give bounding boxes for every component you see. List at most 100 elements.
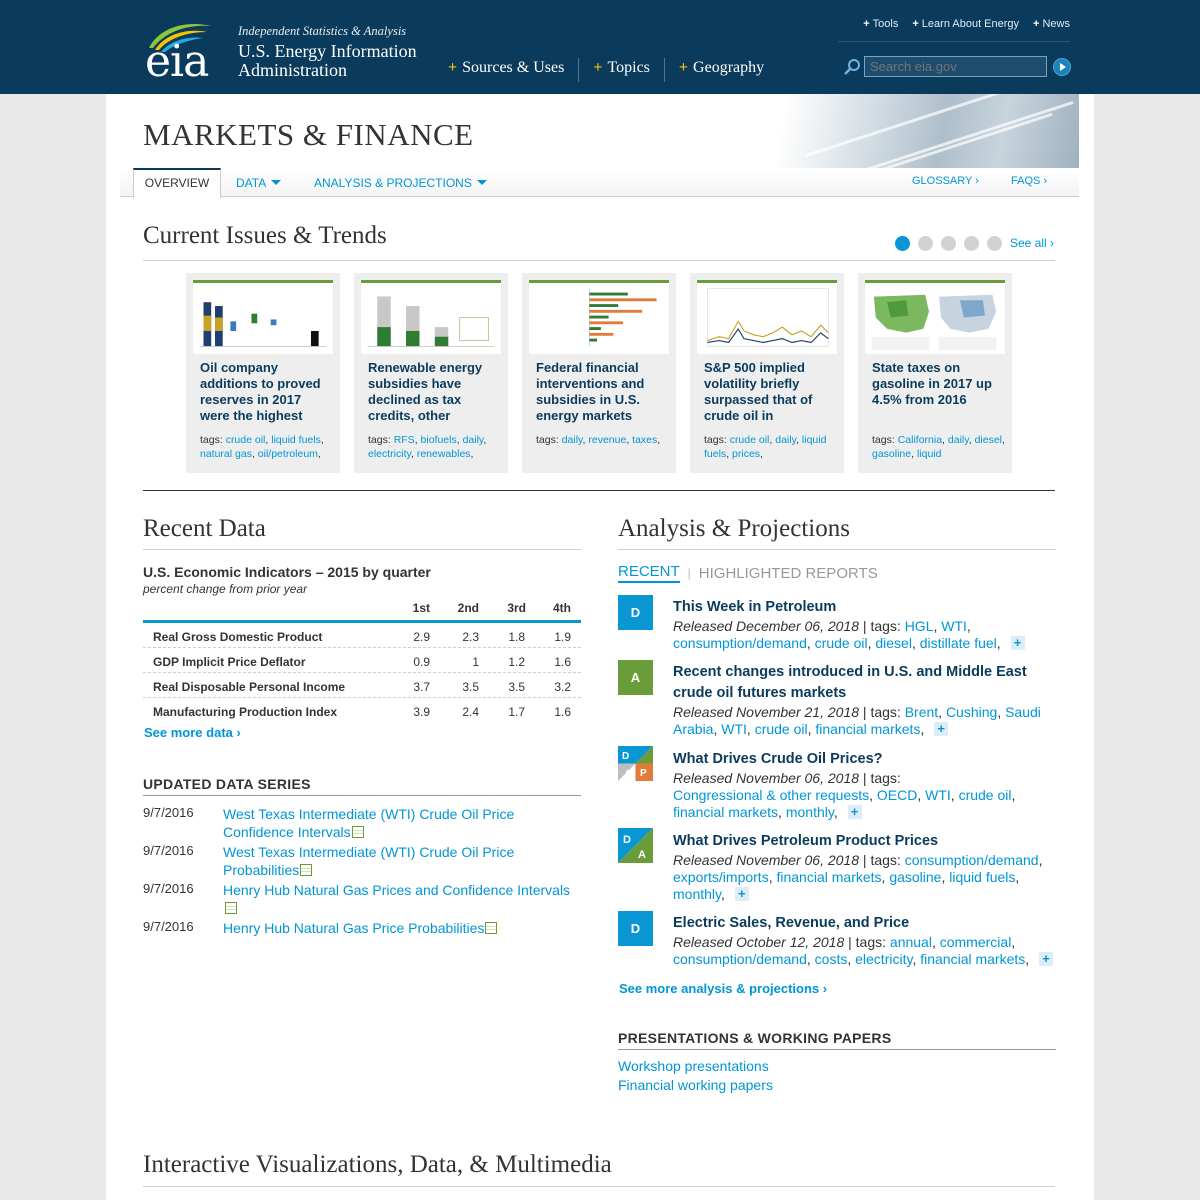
tag-link[interactable]: biofuels: [421, 434, 457, 446]
issue-card[interactable]: Renewable energy subsidies have declined…: [354, 273, 508, 473]
tag-link[interactable]: Cushing: [946, 704, 997, 720]
analysis-title-link[interactable]: This Week in Petroleum: [673, 597, 1063, 618]
carousel-dot[interactable]: [895, 236, 910, 251]
spreadsheet-icon[interactable]: [351, 826, 364, 838]
tag-link[interactable]: monthly: [673, 886, 721, 902]
spreadsheet-icon[interactable]: [485, 922, 498, 934]
org-name[interactable]: U.S. Energy Information Administration: [238, 42, 448, 80]
tag-link[interactable]: revenue: [588, 434, 626, 446]
series-link[interactable]: Henry Hub Natural Gas Prices and Confide…: [223, 881, 583, 917]
tag-link[interactable]: WTI: [925, 787, 951, 803]
tag-link[interactable]: natural gas: [200, 448, 252, 460]
tag-link[interactable]: crude oil: [730, 434, 770, 446]
tag-link[interactable]: taxes: [632, 434, 657, 446]
financial-working-papers-link[interactable]: Financial working papers: [618, 1077, 773, 1093]
tag-link[interactable]: crude oil: [815, 635, 868, 651]
card-title[interactable]: Oil company additions to proved reserves…: [200, 360, 330, 424]
issue-card[interactable]: Federal financial interventions and subs…: [522, 273, 676, 473]
nav-geography[interactable]: + Geography: [665, 58, 778, 82]
card-title[interactable]: S&P 500 implied volatility briefly surpa…: [704, 360, 834, 424]
expand-tags-icon[interactable]: +: [734, 887, 749, 901]
util-news[interactable]: + News: [1033, 18, 1070, 41]
series-link[interactable]: West Texas Intermediate (WTI) Crude Oil …: [223, 843, 583, 879]
tag-link[interactable]: monthly: [786, 804, 834, 820]
tag-link[interactable]: Brent: [905, 704, 938, 720]
tag-link[interactable]: renewables: [417, 448, 471, 460]
tag-link[interactable]: crude oil: [755, 721, 808, 737]
carousel-dot[interactable]: [964, 236, 979, 251]
tag-link[interactable]: diesel: [975, 434, 1002, 446]
tag-link[interactable]: financial markets: [815, 721, 920, 737]
tag-link[interactable]: WTI: [941, 618, 967, 634]
carousel-dot[interactable]: [987, 236, 1002, 251]
analysis-title-link[interactable]: What Drives Crude Oil Prices?: [673, 749, 1063, 770]
tag-link[interactable]: gasoline: [872, 448, 911, 460]
tab-analysis-projections[interactable]: ANALYSIS & PROJECTIONS: [314, 176, 487, 190]
issue-card[interactable]: Oil company additions to proved reserves…: [186, 273, 340, 473]
util-learn-about-energy[interactable]: + Learn About Energy: [912, 18, 1019, 41]
glossary-link[interactable]: GLOSSARY ›: [912, 175, 979, 187]
tag-link[interactable]: costs: [815, 951, 848, 967]
tag-link[interactable]: daily: [463, 434, 484, 446]
series-link[interactable]: West Texas Intermediate (WTI) Crude Oil …: [223, 805, 583, 841]
tag-link[interactable]: financial markets: [776, 869, 881, 885]
search-submit-button[interactable]: [1053, 58, 1071, 76]
expand-tags-icon[interactable]: +: [1039, 952, 1054, 966]
tag-link[interactable]: diesel: [875, 635, 912, 651]
tag-link[interactable]: financial markets: [673, 804, 778, 820]
faqs-link[interactable]: FAQS ›: [1011, 175, 1047, 187]
tab-recent[interactable]: RECENT: [618, 563, 680, 583]
see-more-data-link[interactable]: See more data ›: [144, 725, 241, 740]
tab-data[interactable]: DATA: [236, 176, 282, 190]
issue-card[interactable]: S&P 500 implied volatility briefly surpa…: [690, 273, 844, 473]
expand-tags-icon[interactable]: +: [934, 722, 949, 736]
tag-link[interactable]: Congressional & other requests: [673, 787, 869, 803]
tag-link[interactable]: WTI: [721, 721, 747, 737]
spreadsheet-icon[interactable]: [300, 864, 313, 876]
carousel-dot[interactable]: [918, 236, 933, 251]
tag-link[interactable]: distillate fuel: [920, 635, 997, 651]
tag-link[interactable]: gasoline: [889, 869, 941, 885]
carousel-dot[interactable]: [941, 236, 956, 251]
expand-tags-icon[interactable]: +: [1010, 636, 1025, 650]
tag-link[interactable]: consumption/demand: [673, 951, 807, 967]
eia-logo-text[interactable]: eia: [145, 36, 209, 87]
tag-link[interactable]: crude oil: [959, 787, 1012, 803]
tag-link[interactable]: daily: [948, 434, 969, 446]
search-input[interactable]: [864, 56, 1047, 77]
util-tools[interactable]: + Tools: [863, 18, 898, 41]
tag-link[interactable]: consumption/demand: [905, 852, 1039, 868]
workshop-presentations-link[interactable]: Workshop presentations: [618, 1058, 769, 1074]
tab-overview[interactable]: OVERVIEW: [133, 168, 221, 198]
see-more-analysis-link[interactable]: See more analysis & projections ›: [619, 981, 827, 996]
card-title[interactable]: State taxes on gasoline in 2017 up 4.5% …: [872, 360, 1002, 408]
tab-highlighted-reports[interactable]: HIGHLIGHTED REPORTS: [699, 565, 878, 582]
card-title[interactable]: Federal financial interventions and subs…: [536, 360, 666, 424]
tag-link[interactable]: OECD: [877, 787, 917, 803]
tag-link[interactable]: RFS: [394, 434, 415, 446]
tag-link[interactable]: liquid fuels: [949, 869, 1015, 885]
tag-link[interactable]: electricity: [855, 951, 912, 967]
analysis-title-link[interactable]: What Drives Petroleum Product Prices: [673, 831, 1063, 852]
nav-topics[interactable]: + Topics: [579, 58, 665, 82]
tag-link[interactable]: consumption/demand: [673, 635, 807, 651]
tag-link[interactable]: financial markets: [920, 951, 1025, 967]
tag-link[interactable]: crude oil: [226, 434, 266, 446]
tag-link[interactable]: daily: [562, 434, 583, 446]
expand-tags-icon[interactable]: +: [847, 805, 862, 819]
nav-sources-uses[interactable]: + Sources & Uses: [448, 58, 580, 82]
issue-card[interactable]: State taxes on gasoline in 2017 up 4.5% …: [858, 273, 1012, 473]
tag-link[interactable]: oil/petroleum: [258, 448, 318, 460]
tag-link[interactable]: commercial: [940, 934, 1012, 950]
tag-link[interactable]: HGL: [905, 618, 934, 634]
tag-link[interactable]: daily: [775, 434, 796, 446]
tag-link[interactable]: California: [898, 434, 942, 446]
tag-link[interactable]: electricity: [368, 448, 411, 460]
tag-link[interactable]: liquid fuels: [271, 434, 321, 446]
series-link[interactable]: Henry Hub Natural Gas Price Probabilitie…: [223, 919, 583, 937]
analysis-title-link[interactable]: Recent changes introduced in U.S. and Mi…: [673, 662, 1063, 704]
tag-link[interactable]: annual: [890, 934, 932, 950]
tag-link[interactable]: liquid: [917, 448, 942, 460]
see-all-link[interactable]: See all ›: [1010, 236, 1054, 250]
analysis-title-link[interactable]: Electric Sales, Revenue, and Price: [673, 913, 1063, 934]
